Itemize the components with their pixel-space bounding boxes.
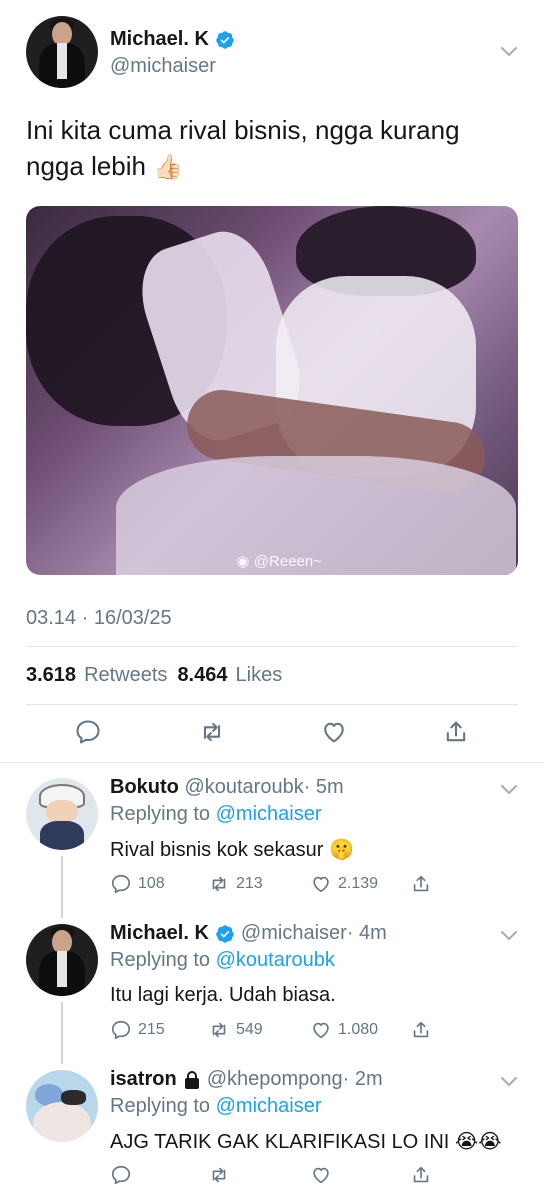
reply-action-retweet[interactable] [208, 1164, 230, 1186]
retweet-icon[interactable] [208, 873, 230, 895]
author-name[interactable]: Michael. K [110, 28, 209, 51]
reply-author-name[interactable]: Michael. K [110, 922, 209, 945]
reply-time[interactable]: · 2m [343, 1068, 383, 1090]
reply-text-body: AJG TARIK GAK KLARIFIKASI LO INI [110, 1131, 450, 1153]
chevron-down-icon[interactable] [500, 930, 518, 942]
likes-label[interactable]: Likes [236, 664, 283, 687]
retweet-icon[interactable] [208, 1164, 230, 1186]
retweet-count: 549 [236, 1021, 263, 1038]
reply-action-like[interactable] [310, 1164, 332, 1186]
tweet-text-body: Ini kita cuma rival bisnis, ngga kurang … [26, 115, 460, 181]
reply-icon[interactable] [74, 718, 102, 746]
replying-to-link[interactable]: @michaiser [216, 1095, 322, 1117]
retweet-icon[interactable] [198, 718, 226, 746]
shushing-face-emoji: 🤫 [328, 837, 354, 861]
heart-icon[interactable] [310, 873, 332, 895]
thread-line [61, 1002, 63, 1064]
chevron-down-icon[interactable] [500, 784, 518, 796]
author-avatar[interactable] [26, 16, 98, 88]
reply-time[interactable]: · 5m [304, 776, 344, 798]
reply-icon[interactable] [110, 1164, 132, 1186]
divider [0, 762, 544, 763]
replying-to-link[interactable]: @michaiser [216, 803, 322, 825]
heart-icon[interactable] [320, 718, 348, 746]
thumbs-up-emoji: 👍🏻 [153, 153, 184, 181]
replying-label: Replying to [110, 949, 211, 971]
reply-action-reply[interactable]: 108 [110, 873, 165, 895]
reply-header: isatron @khepompong· 2m [110, 1068, 383, 1091]
replying-to: Replying to @michaiser [110, 1095, 322, 1118]
reply-author-name[interactable]: Bokuto [110, 776, 179, 798]
like-count: 2.139 [338, 875, 379, 892]
likes-count[interactable]: 8.464 [177, 664, 227, 687]
author-handle[interactable]: @michaiser [110, 55, 216, 78]
reply-avatar[interactable] [26, 924, 98, 996]
reply-time[interactable]: · 4m [347, 922, 387, 944]
replying-label: Replying to [110, 1095, 211, 1117]
divider [26, 646, 518, 647]
author-name-row[interactable]: Michael. K [110, 28, 235, 51]
divider [26, 704, 518, 705]
reply-icon[interactable] [110, 1019, 132, 1041]
tweet-timestamp[interactable]: 03.14 · 16/03/25 [26, 607, 172, 630]
share-icon[interactable] [410, 1019, 432, 1041]
reply-count: 215 [138, 1021, 165, 1038]
reply-action-like[interactable]: 2.139 [310, 873, 378, 895]
tweet-actions [26, 718, 518, 750]
replying-label: Replying to [110, 803, 211, 825]
reply-actions [110, 1164, 530, 1188]
crying-face-emoji: 😭😭 [454, 1129, 502, 1153]
reply-text: Rival bisnis kok sekasur 🤫 [110, 837, 354, 862]
reply-header: Bokuto @koutaroubk· 5m [110, 776, 344, 799]
tweet-text: Ini kita cuma rival bisnis, ngga kurang … [26, 112, 518, 185]
reply-action-retweet[interactable]: 549 [208, 1019, 263, 1041]
share-icon[interactable] [410, 1164, 432, 1186]
replying-to-link[interactable]: @koutaroubk [216, 949, 335, 971]
reply-action-reply[interactable]: 215 [110, 1019, 165, 1041]
reply-action-share[interactable] [410, 1164, 432, 1186]
reply-count: 108 [138, 875, 165, 892]
weibo-icon: ◉ [236, 553, 250, 570]
reply-action-share[interactable] [410, 1019, 432, 1041]
reply-action-retweet[interactable]: 213 [208, 873, 263, 895]
heart-icon[interactable] [310, 1019, 332, 1041]
chevron-down-icon[interactable] [500, 1076, 518, 1088]
like-count: 1.080 [338, 1021, 379, 1038]
tweet-photo[interactable]: ◉ @Reeen~ [26, 206, 518, 575]
photo-watermark: ◉ @Reeen~ [236, 552, 322, 575]
reply-header: Michael. K @michaiser· 4m [110, 922, 387, 945]
heart-icon[interactable] [310, 1164, 332, 1186]
reply-actions: 215 549 1.080 [110, 1019, 530, 1043]
tweet-stats: 3.618 Retweets 8.464 Likes [26, 664, 282, 687]
reply-author-handle[interactable]: @koutaroubk [184, 776, 303, 798]
thread-line [61, 856, 63, 918]
reply-avatar[interactable] [26, 778, 98, 850]
reply-author-name[interactable]: isatron [110, 1068, 177, 1091]
share-icon[interactable] [410, 873, 432, 895]
reply-author-handle[interactable]: @michaiser [241, 922, 347, 944]
reply-author-handle[interactable]: @khepompong [207, 1068, 343, 1090]
reply-text-body: Rival bisnis kok sekasur [110, 839, 324, 861]
reply-text: AJG TARIK GAK KLARIFIKASI LO INI 😭😭 [110, 1129, 502, 1154]
watermark-text: @Reeen~ [253, 553, 322, 570]
retweet-count: 213 [236, 875, 263, 892]
replying-to: Replying to @koutaroubk [110, 949, 335, 972]
retweet-icon[interactable] [208, 1019, 230, 1041]
verified-badge-icon [216, 30, 234, 49]
retweets-count[interactable]: 3.618 [26, 664, 76, 687]
retweets-label[interactable]: Retweets [84, 664, 167, 687]
reply-action-share[interactable] [410, 873, 432, 895]
replying-to: Replying to @michaiser [110, 803, 322, 826]
reply-icon[interactable] [110, 873, 132, 895]
share-icon[interactable] [442, 718, 470, 746]
reply-action-reply[interactable] [110, 1164, 132, 1186]
reply-avatar[interactable] [26, 1070, 98, 1142]
chevron-down-icon[interactable] [500, 46, 518, 58]
lock-icon [184, 1070, 199, 1089]
reply-action-like[interactable]: 1.080 [310, 1019, 378, 1041]
reply-text: Itu lagi kerja. Udah biasa. [110, 984, 336, 1006]
reply-actions: 108 213 2.139 [110, 873, 530, 897]
verified-badge-icon [216, 924, 234, 943]
